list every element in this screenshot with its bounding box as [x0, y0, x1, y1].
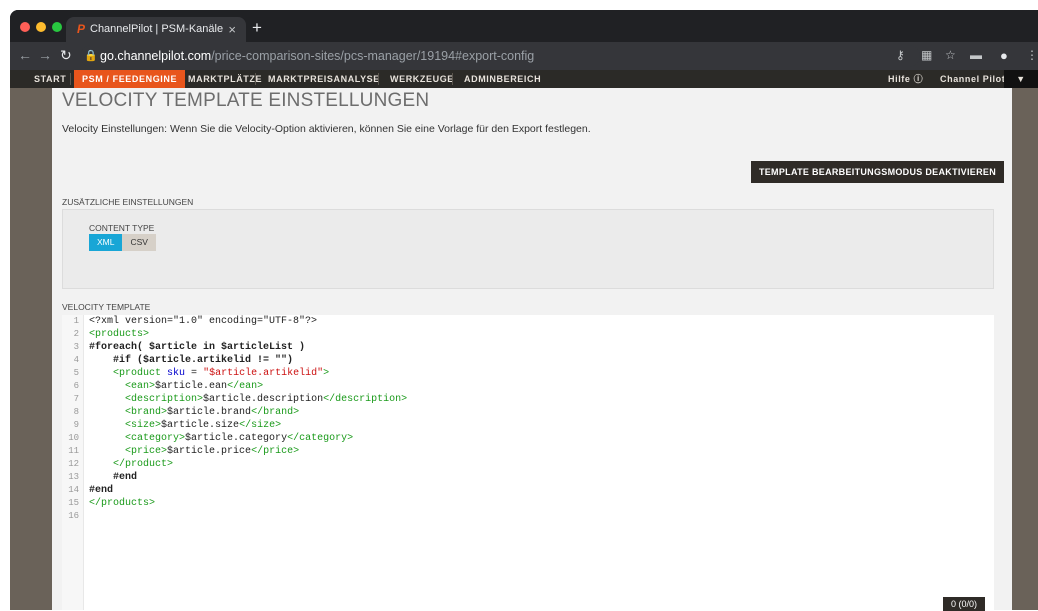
search-status: 0 (0/0) [943, 597, 986, 611]
code-content[interactable]: <?xml version="1.0" encoding="UTF-8"?> <p… [89, 315, 407, 523]
forward-icon[interactable]: → [38, 47, 52, 63]
reload-icon[interactable]: ↻ [60, 47, 72, 64]
nav-divider [70, 73, 71, 85]
additional-settings-box: CONTENT TYPE XML CSV [62, 209, 994, 289]
profile-icon[interactable]: ● [1000, 48, 1008, 63]
lock-icon: 🔒 [84, 50, 98, 62]
nav-divider [378, 73, 379, 85]
content-type-csv-option[interactable]: CSV [122, 234, 156, 251]
browser-tab[interactable]: P ChannelPilot | PSM-Kanäle × [66, 17, 246, 42]
line-number: 5 [73, 368, 79, 378]
url-path: /price-comparison-sites/pcs-manager/1919… [211, 49, 535, 63]
close-window-button[interactable] [20, 22, 30, 32]
tab-strip: P ChannelPilot | PSM-Kanäle × + [10, 10, 1038, 42]
account-menu[interactable]: Channel Pilot [932, 70, 1013, 88]
code-line[interactable] [89, 510, 407, 523]
app-main-nav: START PSM / FEEDENGINE MARKTPLÄTZE MARKT… [10, 70, 1038, 88]
deactivate-template-edit-button[interactable]: TEMPLATE BEARBEITUNGSMODUS DEAKTIVIEREN [750, 161, 1004, 183]
line-number: 13 [68, 472, 79, 482]
account-dropdown-icon[interactable]: ▼ [1004, 70, 1038, 88]
bookmark-star-icon[interactable]: ☆ [945, 48, 956, 62]
help-label: Hilfe [888, 74, 911, 84]
account-label: Channel Pilot [940, 74, 1006, 84]
additional-settings-label: ZUSÄTZLICHE EINSTELLUNGEN [62, 197, 194, 207]
minimize-window-button[interactable] [36, 22, 46, 32]
line-number: 11 [68, 446, 79, 456]
address-bar[interactable]: 🔒 go.channelpilot.com/price-comparison-s… [80, 45, 920, 67]
code-line[interactable]: <brand>$article.brand</brand> [89, 406, 407, 419]
code-line[interactable]: </products> [89, 497, 407, 510]
page-description: Velocity Einstellungen: Wenn Sie die Vel… [62, 123, 591, 135]
content-type-label: CONTENT TYPE [89, 223, 155, 233]
page-background: VELOCITY TEMPLATE EINSTELLUNGEN Velocity… [10, 88, 1038, 610]
close-tab-icon[interactable]: × [228, 17, 236, 42]
line-number: 16 [68, 511, 79, 521]
line-number: 3 [73, 342, 79, 352]
line-number: 6 [73, 381, 79, 391]
new-tab-button[interactable]: + [252, 17, 262, 39]
key-icon[interactable]: ⚷ [896, 48, 905, 62]
velocity-template-editor[interactable]: 1 2 3 4 5 6 7 8 9 10 11 12 13 14 15 16 <?xml version="1… [62, 315, 994, 610]
line-number: 7 [73, 394, 79, 404]
content-type-xml-option[interactable]: XML [89, 234, 123, 251]
back-icon[interactable]: ← [18, 47, 32, 63]
code-line[interactable]: <description>$article.description</descr… [89, 393, 407, 406]
line-number: 1 [73, 316, 79, 326]
tab-title: ChannelPilot | PSM-Kanäle [90, 23, 224, 35]
code-line[interactable]: <size>$article.size</size> [89, 419, 407, 432]
code-line[interactable]: <product sku = "$article.artikelid"> [89, 367, 407, 380]
nav-divider [452, 73, 453, 85]
nav-item-start[interactable]: START [26, 70, 74, 88]
code-line[interactable]: <price>$article.price</price> [89, 445, 407, 458]
nav-item-psm-feedengine[interactable]: PSM / FEEDENGINE [74, 70, 186, 88]
help-link[interactable]: Hilfe ⓘ [880, 70, 931, 88]
nav-item-marktplaetze[interactable]: MARKTPLÄTZE [180, 70, 270, 88]
channelpilot-favicon-icon: P [77, 22, 86, 36]
code-line[interactable]: </product> [89, 458, 407, 471]
page-title: VELOCITY TEMPLATE EINSTELLUNGEN [62, 90, 430, 111]
code-line[interactable]: #end [89, 471, 407, 484]
code-line[interactable]: <ean>$article.ean</ean> [89, 380, 407, 393]
nav-item-adminbereich[interactable]: ADMINBEREICH [456, 70, 549, 88]
url-domain: go.channelpilot.com [100, 49, 212, 63]
line-number: 4 [73, 355, 79, 365]
code-line[interactable]: <category>$article.category</category> [89, 432, 407, 445]
code-line[interactable]: <?xml version="1.0" encoding="UTF-8"?> [89, 315, 407, 328]
browser-window: P ChannelPilot | PSM-Kanäle × + ← → ↻ 🔒 … [10, 10, 1038, 610]
line-number: 8 [73, 407, 79, 417]
maximize-window-button[interactable] [52, 22, 62, 32]
line-number: 10 [68, 433, 79, 443]
line-number: 12 [68, 459, 79, 469]
code-line[interactable]: <products> [89, 328, 407, 341]
browser-toolbar: ← → ↻ 🔒 go.channelpilot.com/price-compar… [10, 42, 1038, 70]
line-number: 2 [73, 329, 79, 339]
line-number: 9 [73, 420, 79, 430]
nav-divider [255, 73, 256, 85]
velocity-template-label: VELOCITY TEMPLATE [62, 302, 151, 312]
translate-icon[interactable]: ▦ [921, 48, 932, 62]
line-number-gutter: 1 2 3 4 5 6 7 8 9 10 11 12 13 14 15 16 [62, 315, 84, 610]
help-circle-icon: ⓘ [913, 74, 924, 84]
content-type-toggle: XML CSV [89, 234, 156, 251]
code-line[interactable]: #foreach( $article in $articleList ) [89, 341, 407, 354]
code-line[interactable]: #end [89, 484, 407, 497]
line-number: 14 [68, 485, 79, 495]
nav-item-marktpreisanalyse[interactable]: MARKTPREISANALYSE [260, 70, 388, 88]
menu-kebab-icon[interactable]: ⋮ [1026, 48, 1038, 62]
nav-item-werkzeuge[interactable]: WERKZEUGE [382, 70, 462, 88]
code-line[interactable]: #if ($article.artikelid != "") [89, 354, 407, 367]
cast-icon[interactable]: ▬ [970, 48, 982, 62]
line-number: 15 [68, 498, 79, 508]
content-panel: VELOCITY TEMPLATE EINSTELLUNGEN Velocity… [52, 88, 1012, 610]
